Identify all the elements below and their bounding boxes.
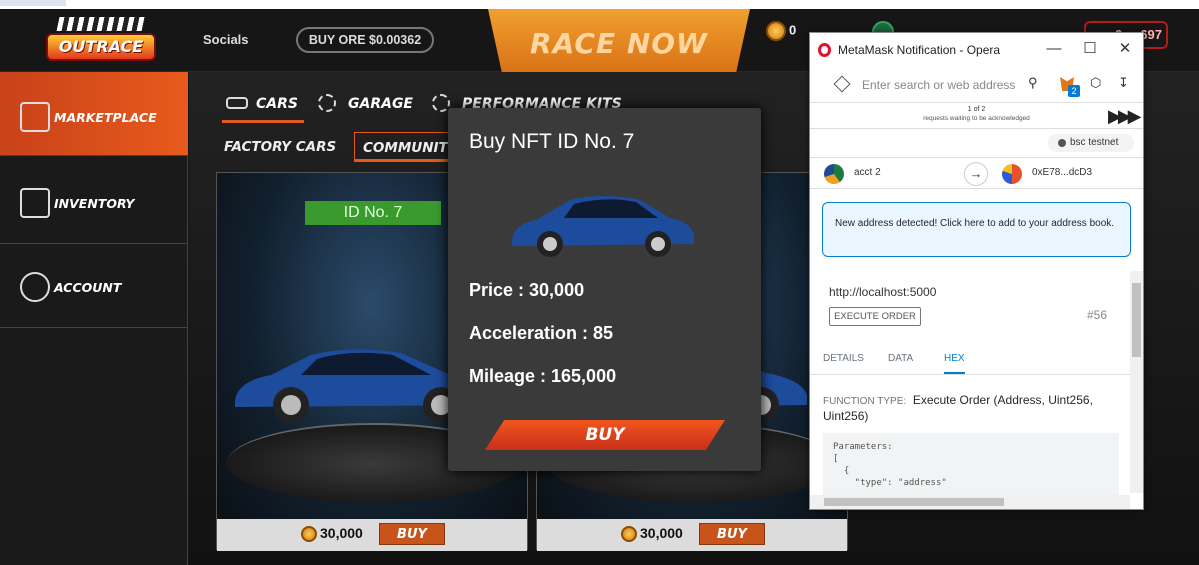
price-value: 30,000 [640,525,683,541]
to-account: 0xE78...dcD3 [1032,167,1093,178]
tab-data[interactable]: DATA [888,353,913,364]
race-now-button[interactable]: RACE NOW [488,9,750,81]
buy-ore-button[interactable]: BUY ORE $0.00362 [296,27,434,53]
buy-nft-modal: Buy NFT ID No. 7 Price : 30,000 Accelera… [448,108,761,471]
price-value: 30,000 [320,525,363,541]
download-icon[interactable]: ↧ [1118,75,1129,91]
modal-acceleration: Acceleration : 85 [469,323,614,343]
sidebar-item-inventory[interactable]: INVENTORY [0,160,188,244]
card-buy-button[interactable]: BUY [699,523,765,545]
window-title: MetaMask Notification - Opera [838,43,1001,57]
pager-text: requests waiting to be acknowledged [923,115,1030,122]
card-price: 30,000 [621,525,683,543]
ore-coin-icon [766,21,786,41]
request-pager: 1 of 2 requests waiting to be acknowledg… [810,103,1143,129]
checkered-flags-icon [56,17,146,31]
network-indicator[interactable]: bsc testnet [1048,134,1134,152]
tab-label: CARS [256,96,298,112]
ore-balance-value: 0 [789,22,797,38]
tab-community[interactable]: COMMUNITY [354,132,450,162]
modal-title: Buy NFT ID No. 7 [469,130,635,153]
network-name: bsc testnet [1070,137,1119,148]
nonce-number: #56 [1087,308,1108,322]
card-buy-button[interactable]: BUY [379,523,445,545]
extension-badge: 2 [1068,85,1080,97]
tab-hex[interactable]: HEX [944,353,965,374]
function-type-label: FUNCTION TYPE: [823,396,907,407]
scrollbar-thumb[interactable] [1132,283,1141,357]
logo-text: OUTRACE [46,33,156,61]
minimize-icon[interactable]: — [1044,39,1064,59]
tab-details[interactable]: DETAILS [823,353,864,364]
maximize-icon[interactable]: ☐ [1080,39,1100,59]
id-badge: ID No. 7 [305,201,441,225]
modal-mileage: Mileage : 165,000 [469,366,617,386]
sidebar-item-account[interactable]: ACCOUNT [0,244,188,328]
method-badge: EXECUTE ORDER [829,307,921,326]
store-icon [20,102,50,132]
address-bar: Enter search or web address ⚲ 2 ⬡ ↧ [810,67,1143,103]
outrace-logo[interactable]: OUTRACE [46,17,156,69]
next-request-icon[interactable]: ▶▶▶ [1108,106,1141,127]
gear-icon [318,94,336,112]
metamask-notification-window: MetaMask Notification - Opera — ☐ ✕ Ente… [809,32,1144,510]
ore-coin-icon [621,526,637,543]
socials-link[interactable]: Socials [203,32,249,47]
modal-price: Price : 30,000 [469,280,585,300]
address-input[interactable]: Enter search or web address [862,78,1015,92]
cube-icon [833,75,851,93]
tx-tabs: DETAILS DATA HEX [810,345,1130,375]
card-footer: 30,000 BUY [217,519,527,551]
browser-tab[interactable] [0,0,66,6]
network-dot-icon [1058,139,1066,147]
card-price: 30,000 [301,525,363,543]
opera-icon [818,43,831,57]
search-icon[interactable]: ⚲ [1028,75,1038,91]
tab-factory-cars[interactable]: FACTORY CARS [216,132,344,162]
new-address-notice[interactable]: New address detected! Click here to add … [822,202,1131,257]
to-avatar [1002,164,1022,184]
modal-buy-button[interactable]: BUY [485,420,725,450]
pager-count: 1 of 2 [967,106,986,113]
close-icon[interactable]: ✕ [1115,39,1135,59]
sidebar-item-label: MARKETPLACE [54,110,157,125]
card-footer: 30,000 BUY [537,519,847,551]
tab-label: GARAGE [348,96,413,112]
warehouse-icon [20,188,50,218]
vertical-scrollbar[interactable] [1130,271,1143,493]
scrollbar-thumb[interactable] [824,498,1004,506]
sidebar: MARKETPLACE INVENTORY ACCOUNT [0,72,188,565]
race-now-label: RACE NOW [530,27,708,60]
user-icon [20,272,50,302]
arrow-right-icon: → [964,162,988,186]
sidebar-item-marketplace[interactable]: MARKETPLACE [0,72,188,156]
ore-coin-icon [301,526,317,543]
car-image [512,196,694,257]
car-icon [226,97,248,109]
sidebar-item-label: ACCOUNT [54,280,122,295]
origin-url: http://localhost:5000 [829,285,937,299]
extensions-icon[interactable]: ⬡ [1090,75,1101,91]
ore-balance: 0 [766,21,796,45]
account-transfer: acct 2 → 0xE78...dcD3 [810,157,1143,189]
browser-top-strip [0,0,1199,9]
sidebar-item-label: INVENTORY [54,196,135,211]
parameters-block: Parameters: [ { "type": "address" [823,433,1119,499]
from-account: acct 2 [854,167,881,178]
horizontal-scrollbar[interactable] [810,495,1130,509]
window-titlebar: MetaMask Notification - Opera — ☐ ✕ [810,33,1143,67]
function-type: FUNCTION TYPE: Execute Order (Address, U… [823,393,1113,424]
from-avatar [824,164,844,184]
